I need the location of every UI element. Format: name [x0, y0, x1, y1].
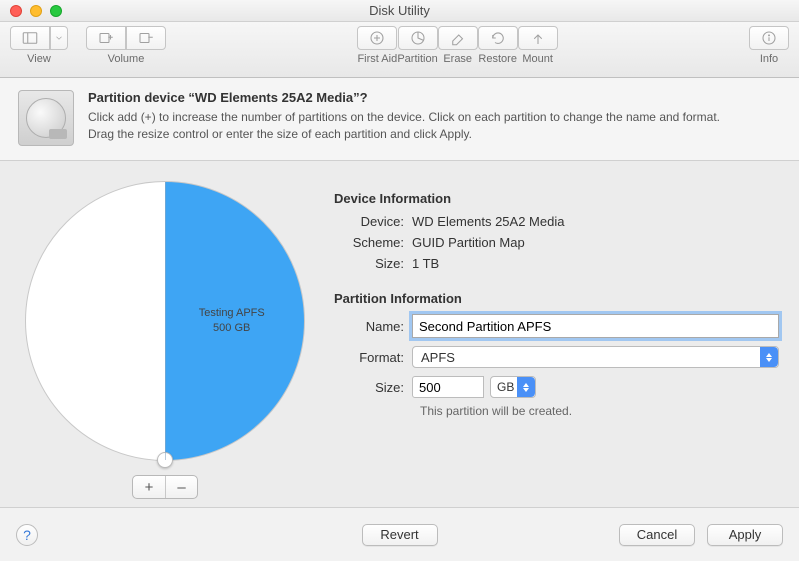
banner-heading: Partition device “WD Elements 25A2 Media… [88, 90, 728, 105]
view-button[interactable] [10, 26, 50, 50]
info-icon [760, 29, 778, 47]
mount-button[interactable] [518, 26, 558, 50]
help-button[interactable]: ? [16, 524, 38, 546]
scheme-value: GUID Partition Map [412, 235, 525, 250]
partition-icon [409, 29, 427, 47]
details-column: Device Information Device: WD Elements 2… [334, 177, 779, 499]
partition-name-input[interactable] [412, 314, 779, 338]
name-label: Name: [334, 319, 412, 334]
info-label: Info [760, 53, 778, 65]
remove-partition-button[interactable]: – [165, 476, 197, 498]
info-button[interactable] [749, 26, 789, 50]
chevron-down-icon [54, 33, 64, 43]
slice-left-size: 500 GB [80, 322, 117, 334]
device-size-value: 1 TB [412, 256, 439, 271]
toolbar: View Volume First Aid Partition Erase Re… [0, 22, 799, 78]
volume-label: Volume [108, 53, 145, 65]
restore-button[interactable] [478, 26, 518, 50]
device-size-label: Size: [334, 256, 412, 271]
volume-add-button[interactable] [86, 26, 126, 50]
add-partition-button[interactable]: + [133, 476, 165, 498]
mount-icon [529, 29, 547, 47]
disk-icon [18, 90, 74, 146]
partition-size-label: Size: [334, 380, 412, 395]
add-remove-segmented: + – [132, 475, 198, 499]
slice-left-name: Untitled [80, 307, 117, 319]
updown-arrows-icon [517, 377, 535, 397]
erase-icon [449, 29, 467, 47]
partition-pie-chart[interactable]: Untitled 500 GB Testing APFS 500 GB [25, 181, 305, 461]
partition-chart-column: Untitled 500 GB Testing APFS 500 GB + – [20, 177, 310, 499]
volume-remove-button[interactable] [126, 26, 166, 50]
erase-button[interactable] [438, 26, 478, 50]
partition-button[interactable] [398, 26, 438, 50]
updown-arrows-icon [760, 347, 778, 367]
volume-minus-icon [137, 29, 155, 47]
restore-icon [489, 29, 507, 47]
first-aid-button[interactable] [357, 26, 397, 50]
window-title: Disk Utility [0, 3, 799, 18]
view-menu-button[interactable] [50, 26, 68, 50]
first-aid-label: First Aid [357, 53, 397, 65]
device-label: Device: [334, 214, 412, 229]
pie-slice-right[interactable]: Testing APFS 500 GB [199, 306, 265, 336]
format-label: Format: [334, 350, 412, 365]
sidebar-icon [21, 29, 39, 47]
revert-button[interactable]: Revert [362, 524, 438, 546]
view-label: View [27, 53, 51, 65]
format-select[interactable]: APFS [412, 346, 779, 368]
resize-handle[interactable] [157, 452, 173, 468]
slice-right-name: Testing APFS [199, 307, 265, 319]
volume-plus-icon [97, 29, 115, 47]
help-icon: ? [23, 527, 31, 543]
device-value: WD Elements 25A2 Media [412, 214, 564, 229]
partition-hint: This partition will be created. [420, 404, 779, 418]
partition-label: Partition [397, 53, 437, 65]
size-unit-value: GB [497, 380, 514, 394]
slice-right-size: 500 GB [213, 322, 250, 334]
partition-info-heading: Partition Information [334, 291, 779, 306]
footer: ? Revert Cancel Apply [0, 507, 799, 561]
erase-label: Erase [443, 53, 472, 65]
scheme-label: Scheme: [334, 235, 412, 250]
pie-slice-left[interactable]: Untitled 500 GB [80, 306, 117, 336]
restore-label: Restore [478, 53, 517, 65]
mount-label: Mount [522, 53, 553, 65]
info-banner: Partition device “WD Elements 25A2 Media… [0, 78, 799, 161]
format-select-value: APFS [421, 350, 455, 365]
first-aid-icon [368, 29, 386, 47]
apply-button[interactable]: Apply [707, 524, 783, 546]
cancel-button[interactable]: Cancel [619, 524, 695, 546]
banner-body: Click add (+) to increase the number of … [88, 109, 728, 143]
titlebar: Disk Utility [0, 0, 799, 22]
partition-size-input[interactable] [412, 376, 484, 398]
main-content: Untitled 500 GB Testing APFS 500 GB + – … [0, 161, 799, 511]
device-info-heading: Device Information [334, 191, 779, 206]
size-unit-select[interactable]: GB [490, 376, 536, 398]
